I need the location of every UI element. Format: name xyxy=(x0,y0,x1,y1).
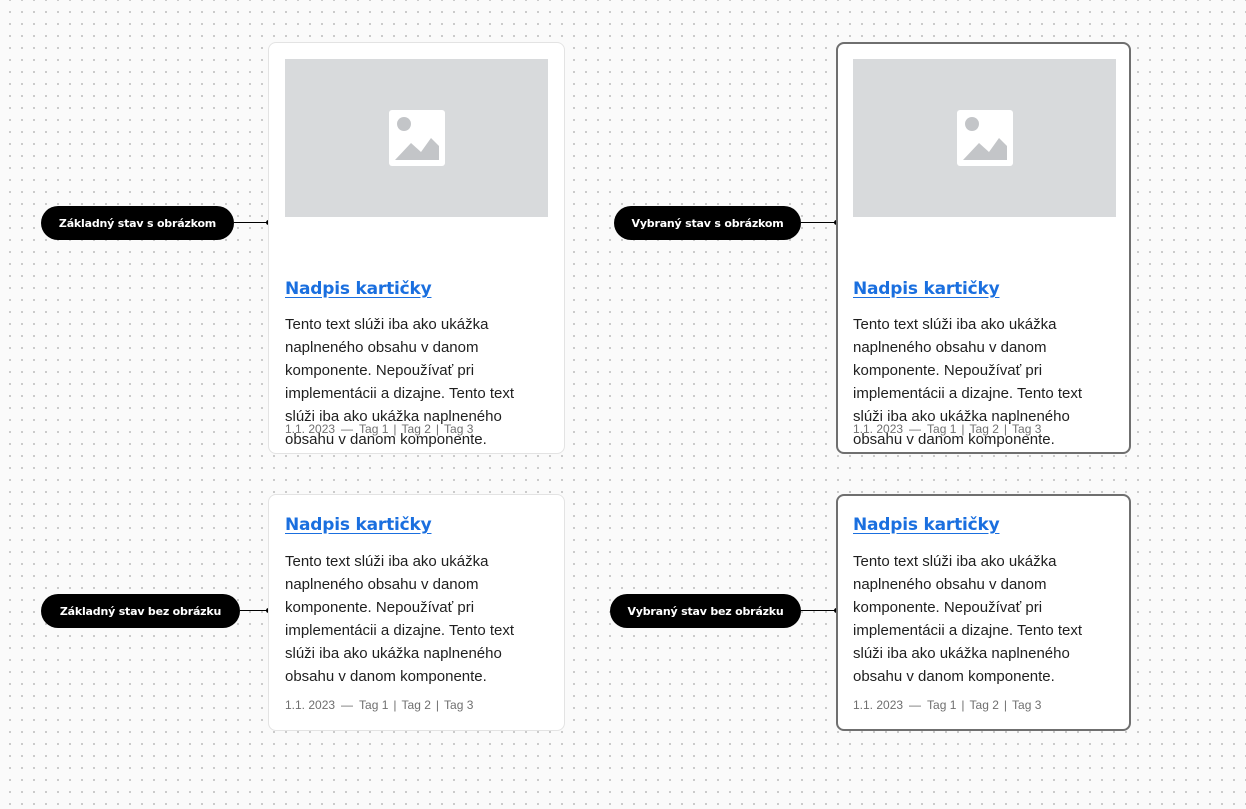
card-tag[interactable]: Tag 3 xyxy=(1012,422,1041,436)
card-tag[interactable]: Tag 3 xyxy=(444,698,473,712)
card-tag[interactable]: Tag 2 xyxy=(402,698,431,712)
card-meta: 1.1. 2023 — Tag 1 | Tag 2 | Tag 3 xyxy=(285,422,473,436)
date-separator: — xyxy=(341,698,354,712)
card-body-text: Tento text slúži iba ako ukážka naplnené… xyxy=(853,553,1083,685)
card-tag[interactable]: Tag 3 xyxy=(444,422,473,436)
card-tag[interactable]: Tag 3 xyxy=(1012,698,1041,712)
tag-separator: | xyxy=(1003,422,1008,436)
card-image-placeholder xyxy=(285,59,548,217)
card-title[interactable]: Nadpis kartičky xyxy=(285,515,432,535)
annotation-connector xyxy=(801,222,837,223)
card-title[interactable]: Nadpis kartičky xyxy=(853,515,1000,535)
card-tag[interactable]: Tag 2 xyxy=(970,698,999,712)
annotation-connector xyxy=(240,610,268,611)
tag-separator: | xyxy=(393,698,397,712)
annotation-selected-with-image: Vybraný stav s obrázkom xyxy=(614,206,801,240)
card-base-with-image[interactable]: Nadpis kartičky Tento text slúži iba ako… xyxy=(268,42,565,454)
card-tag[interactable]: Tag 2 xyxy=(970,422,999,436)
date-separator: — xyxy=(341,422,354,436)
image-placeholder-icon xyxy=(388,110,445,166)
date-separator: — xyxy=(909,422,922,436)
card-selected-with-image[interactable]: Nadpis kartičky Tento text slúži iba ako… xyxy=(836,42,1131,454)
card-date: 1.1. 2023 xyxy=(853,698,904,712)
annotation-selected-without-image: Vybraný stav bez obrázku xyxy=(610,594,801,628)
card-meta: 1.1. 2023 — Tag 1 | Tag 2 | Tag 3 xyxy=(853,422,1041,436)
card-date: 1.1. 2023 xyxy=(285,698,336,712)
card-meta: 1.1. 2023 — Tag 1 | Tag 2 | Tag 3 xyxy=(285,698,473,712)
tag-separator: | xyxy=(961,698,965,712)
tag-separator: | xyxy=(435,698,440,712)
card-date: 1.1. 2023 xyxy=(285,422,336,436)
date-separator: — xyxy=(909,698,922,712)
card-selected-without-image[interactable]: Nadpis kartičky Tento text slúži iba ako… xyxy=(836,494,1131,731)
card-base-without-image[interactable]: Nadpis kartičky Tento text slúži iba ako… xyxy=(268,494,565,731)
card-title[interactable]: Nadpis kartičky xyxy=(285,279,432,299)
card-tag[interactable]: Tag 1 xyxy=(927,698,956,712)
annotation-base-with-image: Základný stav s obrázkom xyxy=(41,206,234,240)
tag-separator: | xyxy=(435,422,440,436)
card-image-placeholder xyxy=(853,59,1116,217)
card-tag[interactable]: Tag 1 xyxy=(927,422,956,436)
annotation-base-without-image: Základný stav bez obrázku xyxy=(41,594,240,628)
card-tag[interactable]: Tag 2 xyxy=(402,422,431,436)
tag-separator: | xyxy=(1003,698,1008,712)
image-placeholder-icon xyxy=(956,110,1013,166)
annotation-connector xyxy=(801,610,837,611)
tag-separator: | xyxy=(961,422,965,436)
card-tag[interactable]: Tag 1 xyxy=(359,422,388,436)
card-meta: 1.1. 2023 — Tag 1 | Tag 2 | Tag 3 xyxy=(853,698,1041,712)
tag-separator: | xyxy=(393,422,397,436)
card-date: 1.1. 2023 xyxy=(853,422,904,436)
card-body-text: Tento text slúži iba ako ukážka naplnené… xyxy=(285,553,515,685)
card-title[interactable]: Nadpis kartičky xyxy=(853,279,1000,299)
annotation-connector xyxy=(234,222,268,223)
card-tag[interactable]: Tag 1 xyxy=(359,698,388,712)
